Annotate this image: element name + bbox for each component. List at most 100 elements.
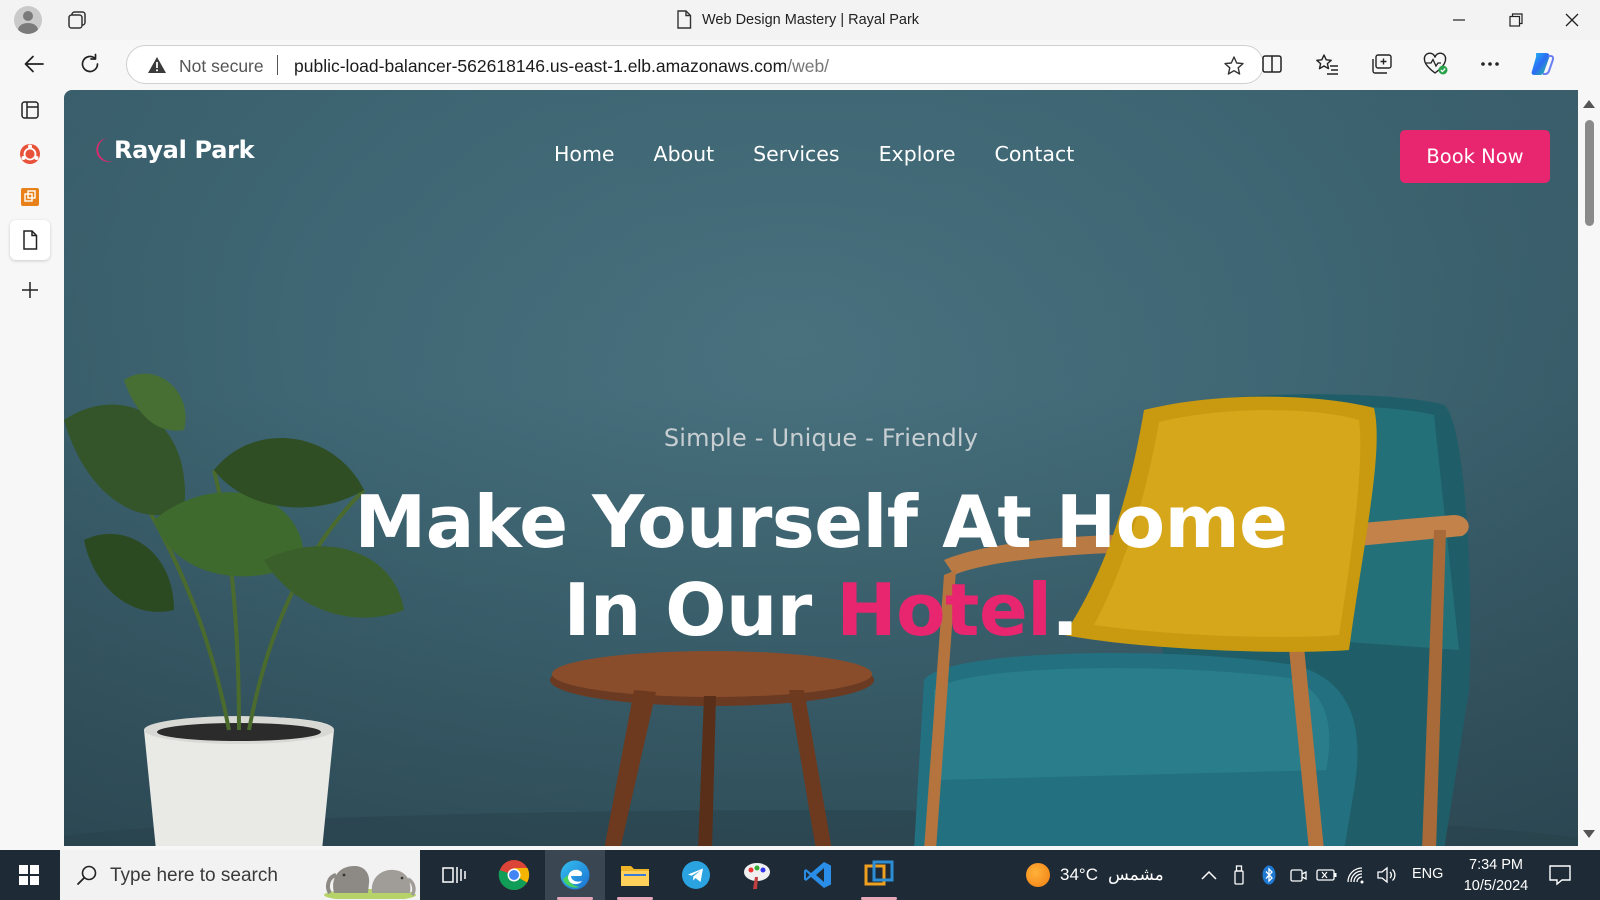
- sidebar-current-page[interactable]: [10, 220, 50, 260]
- hero-background-scene: [64, 373, 1578, 846]
- book-now-button[interactable]: Book Now: [1400, 130, 1550, 183]
- tray-usb[interactable]: [1228, 864, 1250, 886]
- hero-heading: Make Yourself At Home In Our Hotel.: [64, 478, 1578, 654]
- browser-toolbar: Not secure public-load-balancer-56261814…: [0, 40, 1600, 88]
- wifi-icon: [1347, 867, 1364, 884]
- nav-link-contact[interactable]: Contact: [995, 142, 1075, 166]
- site-navigation: Home About Services Explore Contact: [554, 142, 1074, 166]
- document-icon: [23, 230, 38, 250]
- taskbar-telegram[interactable]: [666, 850, 726, 900]
- nav-link-about[interactable]: About: [654, 142, 715, 166]
- site-logo[interactable]: Rayal Park: [92, 136, 255, 164]
- scroll-up-arrow-icon[interactable]: [1583, 100, 1595, 108]
- settings-more-button[interactable]: [1476, 50, 1504, 78]
- windows-taskbar: Type here to search 34°C مشمس ENG 7:34 P…: [0, 850, 1600, 900]
- taskbar-edge[interactable]: [545, 850, 605, 900]
- search-placeholder[interactable]: Type here to search: [110, 865, 278, 887]
- edge-icon: [560, 860, 590, 890]
- profile-avatar[interactable]: [14, 6, 42, 34]
- hidden-icons-button[interactable]: [1198, 864, 1220, 886]
- copilot-button[interactable]: [1528, 50, 1556, 78]
- taskbar-vm-app[interactable]: [849, 850, 909, 900]
- tray-meet-now[interactable]: [1287, 864, 1309, 886]
- nav-link-services[interactable]: Services: [753, 142, 839, 166]
- weather-widget[interactable]: 34°C مشمس: [1026, 863, 1164, 887]
- hero-heading-line-1: Make Yourself At Home: [354, 480, 1288, 564]
- sidebar-add-button[interactable]: [10, 270, 50, 310]
- split-screen-icon: [1262, 55, 1282, 73]
- nav-link-home[interactable]: Home: [554, 142, 615, 166]
- vertical-tabs-icon: [21, 101, 39, 119]
- folder-icon: [621, 866, 649, 886]
- page-icon: [677, 10, 692, 29]
- restore-button[interactable]: [1488, 0, 1544, 40]
- tray-volume[interactable]: [1376, 864, 1398, 886]
- minimize-icon: [1453, 19, 1465, 21]
- arrow-left-icon: [24, 55, 44, 73]
- refresh-icon: [81, 53, 99, 73]
- collections-button[interactable]: [1368, 50, 1396, 78]
- scrollbar-thumb[interactable]: [1585, 120, 1594, 226]
- tray-battery[interactable]: [1316, 864, 1338, 886]
- minimize-button[interactable]: [1431, 0, 1487, 40]
- split-screen-button[interactable]: [1258, 50, 1286, 78]
- sidebar-app-2[interactable]: [10, 177, 50, 217]
- taskbar-search-box[interactable]: Type here to search: [60, 850, 420, 900]
- paint-palette-icon: [744, 863, 770, 889]
- input-language[interactable]: ENG: [1412, 866, 1443, 882]
- web-page-viewport: Rayal Park Home About Services Explore C…: [64, 90, 1578, 846]
- speaker-icon: [1377, 866, 1396, 884]
- security-label[interactable]: Not secure: [179, 56, 264, 77]
- device-icon: [1290, 869, 1307, 882]
- hero-subtitle: Simple - Unique - Friendly: [663, 424, 979, 452]
- site-logo-text: Rayal Park: [114, 136, 255, 164]
- sidebar-app-1[interactable]: [10, 134, 50, 174]
- window-title: Web Design Mastery | Rayal Park: [676, 10, 919, 29]
- back-button[interactable]: [18, 48, 50, 80]
- url-text[interactable]: public-load-balancer-562618146.us-east-1…: [294, 56, 829, 77]
- tray-network[interactable]: [1346, 864, 1368, 886]
- telegram-icon: [682, 861, 710, 889]
- url-host: public-load-balancer-562618146.us-east-1…: [294, 56, 788, 76]
- page-scrollbar[interactable]: [1578, 90, 1600, 846]
- bluetooth-icon: [1262, 865, 1276, 885]
- favorites-button[interactable]: [1313, 50, 1341, 78]
- taskbar-clock[interactable]: 7:34 PM 10/5/2024: [1456, 855, 1536, 897]
- crescent-moon-icon: [96, 138, 113, 162]
- close-icon: [1565, 13, 1579, 27]
- vscode-icon: [804, 862, 831, 888]
- notifications-icon[interactable]: [1548, 863, 1572, 887]
- weather-condition: مشمس: [1107, 865, 1164, 884]
- refresh-button[interactable]: [74, 48, 106, 80]
- hero-heading-prefix: In Our: [563, 568, 837, 652]
- tray-bluetooth[interactable]: [1258, 864, 1280, 886]
- close-window-button[interactable]: [1544, 0, 1600, 40]
- sunny-icon: [1026, 863, 1050, 887]
- start-button[interactable]: [0, 850, 58, 900]
- clock-date: 10/5/2024: [1463, 878, 1529, 894]
- scroll-down-arrow-icon[interactable]: [1583, 830, 1595, 838]
- orange-app-icon: [21, 188, 39, 206]
- taskbar-paint-app[interactable]: [727, 850, 787, 900]
- windows-logo-icon: [19, 865, 39, 885]
- restore-icon: [1509, 13, 1523, 27]
- taskbar-file-explorer[interactable]: [605, 850, 665, 900]
- taskbar-vscode[interactable]: [788, 850, 848, 900]
- taskbar-chrome[interactable]: [484, 850, 544, 900]
- url-path: /web/: [787, 56, 830, 76]
- browser-essentials-button[interactable]: [1422, 50, 1450, 78]
- warning-icon[interactable]: [147, 56, 167, 74]
- task-view-button[interactable]: [424, 850, 484, 900]
- tab-actions-icon[interactable]: [66, 9, 88, 31]
- clock-time: 7:34 PM: [1469, 857, 1523, 873]
- address-bar[interactable]: Not secure public-load-balancer-56261814…: [126, 45, 1264, 84]
- nav-link-explore[interactable]: Explore: [879, 142, 956, 166]
- sidebar-tab-panel[interactable]: [10, 90, 50, 130]
- address-separator: [277, 55, 278, 75]
- hero-heading-accent: Hotel: [836, 568, 1052, 652]
- usb-drive-icon: [1234, 865, 1244, 885]
- window-title-text: Web Design Mastery | Rayal Park: [702, 11, 920, 28]
- favorite-star-icon[interactable]: [1223, 55, 1245, 77]
- plus-icon: [22, 282, 38, 298]
- weather-temperature: 34°C: [1060, 865, 1098, 884]
